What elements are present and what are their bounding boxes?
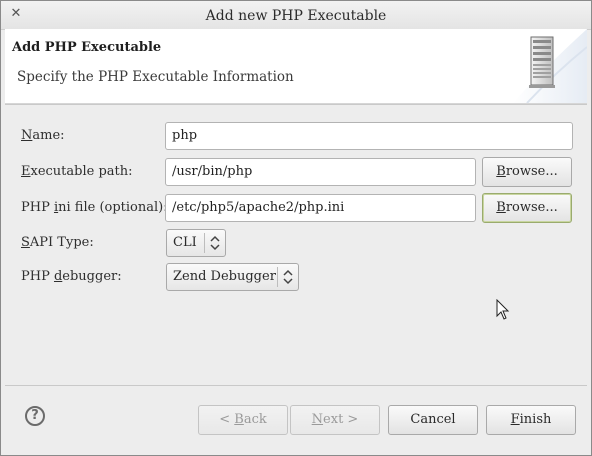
mouse-pointer-icon	[496, 299, 510, 320]
banner-separator	[5, 104, 587, 105]
back-button[interactable]: < Back	[198, 405, 288, 435]
name-input[interactable]: php	[165, 122, 573, 150]
browse-ini-button[interactable]: Browse...	[482, 193, 572, 223]
next-button[interactable]: Next >	[290, 405, 380, 435]
browse-executable-button[interactable]: Browse...	[482, 157, 572, 187]
wizard-banner: Add PHP Executable Specify the PHP Execu…	[5, 29, 587, 104]
dialog-window: ✕ Add new PHP Executable Add PHP Executa…	[0, 0, 592, 456]
debugger-value: Zend Debugger	[173, 269, 276, 284]
debugger-label: PHP debugger:	[21, 269, 122, 284]
window-title: Add new PHP Executable	[205, 8, 387, 24]
sapi-type-label: SAPI Type:	[21, 235, 94, 250]
banner-subtitle: Specify the PHP Executable Information	[17, 69, 294, 85]
ini-file-label: PHP ini file (optional):	[21, 200, 168, 215]
debugger-select[interactable]: Zend Debugger	[166, 263, 299, 291]
executable-path-input[interactable]: /usr/bin/php	[165, 158, 476, 186]
ini-file-input[interactable]: /etc/php5/apache2/php.ini	[165, 194, 476, 222]
help-icon[interactable]: ?	[25, 406, 45, 426]
up-down-arrows-icon	[277, 267, 293, 287]
cancel-button[interactable]: Cancel	[388, 405, 478, 435]
name-label: Name:	[21, 128, 65, 143]
button-bar-separator	[5, 385, 587, 386]
title-bar: ✕ Add new PHP Executable	[1, 1, 591, 30]
sapi-type-value: CLI	[173, 235, 197, 250]
sapi-type-select[interactable]: CLI	[166, 229, 226, 257]
server-icon	[513, 29, 587, 103]
executable-path-label: Executable path:	[21, 164, 133, 179]
banner-title: Add PHP Executable	[12, 40, 162, 55]
finish-button[interactable]: Finish	[486, 405, 576, 435]
up-down-arrows-icon	[204, 233, 220, 253]
